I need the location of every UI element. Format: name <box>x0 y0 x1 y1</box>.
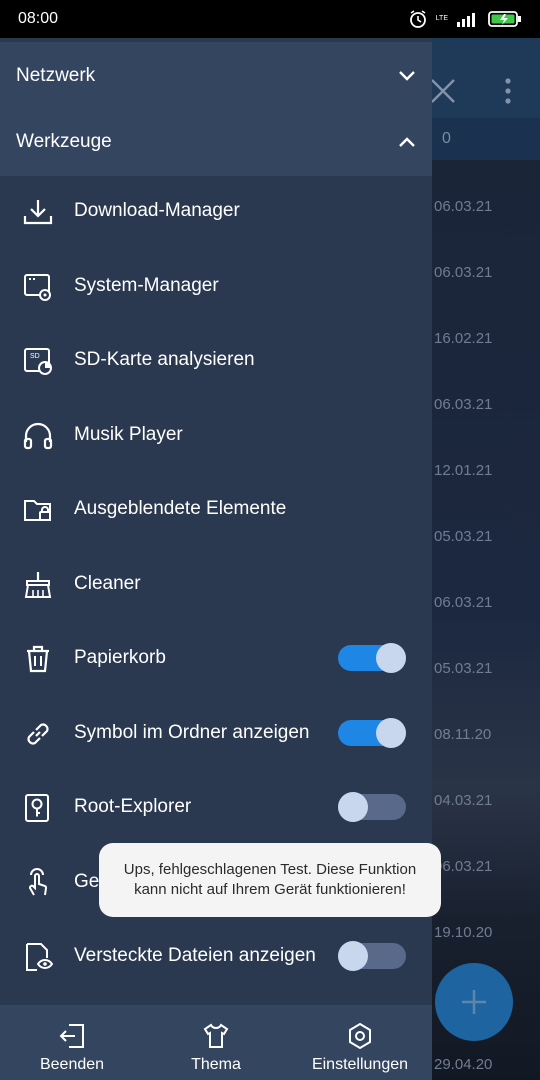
headphones-icon <box>23 422 53 450</box>
settings-icon <box>349 1022 371 1050</box>
menu-item-label: Cleaner <box>74 573 141 594</box>
thema-button[interactable]: Thema <box>144 1005 288 1080</box>
background-date: 08.11.20 <box>434 726 492 743</box>
symbol-im-ordner-toggle[interactable] <box>338 718 408 748</box>
chevron-down-icon <box>399 71 415 81</box>
menu-item-label: Versteckte Dateien anzeigen <box>74 945 316 966</box>
gesture-icon <box>29 868 48 896</box>
menu-item-label: Root-Explorer <box>74 796 192 817</box>
menu-item-cleaner[interactable]: Cleaner <box>0 547 432 621</box>
einstellungen-label: Einstellungen <box>311 1056 409 1073</box>
menu-item-label: Download-Manager <box>74 200 240 221</box>
thema-label: Thema <box>191 1056 241 1073</box>
battery-charging-icon <box>488 10 522 28</box>
background-date: 19.10.20 <box>434 924 493 941</box>
status-time: 08:00 <box>18 10 59 27</box>
background-date: 06.03.21 <box>434 198 493 215</box>
background-date: 06.03.21 <box>434 264 493 281</box>
status-bar: 08:00 LTE <box>0 0 540 38</box>
beenden-button[interactable]: Beenden <box>0 1005 144 1080</box>
menu-item-label: Musik Player <box>74 424 183 445</box>
menu-item-symbol-im-ordner[interactable]: Symbol im Ordner anzeigen <box>0 696 432 770</box>
plus-icon <box>462 990 486 1014</box>
menu-item-label: Ausgeblendete Elemente <box>74 498 287 519</box>
alarm-icon <box>408 9 428 29</box>
papierkorb-toggle[interactable] <box>338 643 408 673</box>
hidden-file-icon <box>26 943 54 971</box>
beenden-label: Beenden <box>39 1056 105 1073</box>
more-vert-icon[interactable] <box>498 76 518 106</box>
menu-item-sd-karte[interactable]: SD SD-Karte analysieren <box>0 323 432 397</box>
close-icon[interactable] <box>428 76 458 106</box>
background-date: 04.03.21 <box>434 792 493 809</box>
download-icon <box>23 200 53 225</box>
menu-item-papierkorb[interactable]: Papierkorb <box>0 621 432 695</box>
hidden-folder-icon <box>24 500 51 521</box>
background-date: 05.03.21 <box>434 528 493 545</box>
menu-item-label: Symbol im Ordner anzeigen <box>74 722 310 743</box>
menu-item-download-manager[interactable]: Download-Manager <box>0 174 432 248</box>
einstellungen-button[interactable]: Einstellungen <box>288 1005 432 1080</box>
background-date: 05.03.21 <box>434 660 493 677</box>
section-label: Werkzeuge <box>16 131 112 152</box>
chevron-up-icon <box>399 137 415 147</box>
menu-item-system-manager[interactable]: System-Manager <box>0 249 432 323</box>
svg-text:SD: SD <box>30 353 40 360</box>
trash-icon <box>27 645 49 673</box>
background-path-number: 0 <box>442 130 451 147</box>
background-date: 29.04.20 <box>434 1056 493 1073</box>
add-fab-button[interactable] <box>435 963 513 1041</box>
background-date: 06.03.21 <box>434 858 493 875</box>
section-werkzeuge[interactable]: Werkzeuge <box>0 108 432 176</box>
root-explorer-toggle[interactable] <box>338 792 408 822</box>
root-key-icon <box>25 794 49 822</box>
broom-icon <box>24 572 52 598</box>
menu-item-musik-player[interactable]: Musik Player <box>0 398 432 472</box>
toast-message: Ups, fehlgeschlagenen Test. Diese Funkti… <box>123 861 417 898</box>
menu-item-label: Papierkorb <box>74 647 166 668</box>
status-icons: LTE <box>408 9 522 29</box>
sd-card-analyze-icon: SD <box>24 348 52 375</box>
navigation-drawer: Netzwerk Werkzeuge Download-Manager Syst… <box>0 38 432 1080</box>
menu-item-root-explorer[interactable]: Root-Explorer <box>0 770 432 844</box>
exit-icon <box>59 1024 84 1048</box>
versteckte-dateien-toggle[interactable] <box>338 941 408 971</box>
link-icon <box>27 723 49 745</box>
network-type: LTE <box>435 15 448 22</box>
signal-icon <box>456 11 480 27</box>
section-label: Netzwerk <box>16 65 96 86</box>
shirt-icon <box>203 1023 229 1048</box>
section-netzwerk[interactable]: Netzwerk <box>0 42 432 110</box>
drawer-bottom-bar: Beenden Thema Einstellungen <box>0 1005 432 1080</box>
background-date: 16.02.21 <box>434 330 493 347</box>
menu-item-label: SD-Karte analysieren <box>74 349 255 370</box>
menu-item-ausgeblendete-elemente[interactable]: Ausgeblendete Elemente <box>0 472 432 546</box>
menu-item-label: System-Manager <box>74 275 219 296</box>
background-date: 06.03.21 <box>434 594 493 611</box>
system-manager-icon <box>24 274 51 301</box>
menu-item-versteckte-dateien[interactable]: Versteckte Dateien anzeigen <box>0 919 432 993</box>
error-toast: Ups, fehlgeschlagenen Test. Diese Funkti… <box>99 843 441 917</box>
background-date: 12.01.21 <box>434 462 493 479</box>
background-date: 06.03.21 <box>434 396 493 413</box>
